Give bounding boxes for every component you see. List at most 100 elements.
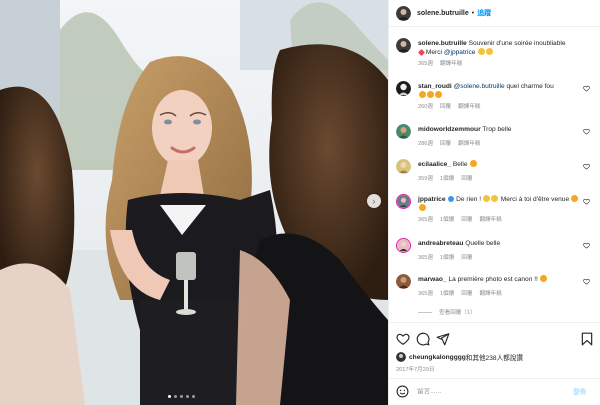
commenter-avatar[interactable] bbox=[396, 81, 411, 96]
commenter-avatar[interactable] bbox=[396, 274, 411, 289]
comment-meta: 365週 1個讚 回覆 翻譯年糕 bbox=[418, 290, 580, 299]
post-comment-button[interactable]: 發佈 bbox=[573, 386, 586, 396]
comment-text: Trop belle bbox=[482, 126, 512, 133]
instagram-post: › solene.butruille • 追蹤 solene.butruille… bbox=[0, 0, 600, 405]
emoji-icon bbox=[483, 195, 491, 202]
comment-body: marwao_ La première photo est canon !! 3… bbox=[418, 275, 580, 299]
carousel-dot bbox=[174, 395, 177, 398]
comment-meta: 365週 1個讚 回覆 bbox=[418, 254, 580, 263]
author-username[interactable]: solene.butruille bbox=[417, 10, 469, 17]
likes-suffix[interactable]: 和其他238人都說讚 bbox=[466, 352, 523, 362]
comment-meta: 365週 1個讚 回覆 翻譯年糕 bbox=[418, 216, 580, 225]
comment-mention[interactable]: @solene.butruille bbox=[454, 83, 505, 90]
translate-button[interactable]: 翻譯年糕 bbox=[479, 290, 501, 299]
comment-input[interactable] bbox=[417, 387, 567, 395]
like-comment-heart-icon[interactable] bbox=[583, 128, 590, 135]
caption-avatar[interactable] bbox=[396, 38, 411, 53]
emoji-icon bbox=[426, 91, 434, 98]
reply-button[interactable]: 回覆 bbox=[461, 290, 472, 299]
comment-time[interactable]: 286週 bbox=[418, 140, 433, 149]
caption-mention[interactable]: @jppatrice bbox=[444, 49, 476, 56]
comment-body: andreabreteau Quelle belle 365週 1個讚 回覆 bbox=[418, 239, 580, 263]
commenter-avatar[interactable] bbox=[396, 159, 411, 174]
commenter-username[interactable]: andreabreteau bbox=[418, 240, 463, 247]
photo-image bbox=[0, 0, 388, 405]
comment-text: De rien ! bbox=[456, 196, 482, 203]
post-date[interactable]: 2017年7月29日 bbox=[396, 365, 435, 373]
comment-time[interactable]: 365週 bbox=[418, 290, 433, 299]
comment-likes[interactable]: 1個讚 bbox=[440, 254, 454, 263]
comment-time[interactable]: 365週 bbox=[418, 254, 433, 263]
comment-time[interactable]: 365週 bbox=[418, 216, 433, 225]
comment-text: Quelle belle bbox=[465, 240, 501, 247]
comment-body: midoworldzemmour Trop belle 286週 回覆 翻譯年糕 bbox=[418, 125, 580, 149]
emoji-icon bbox=[418, 204, 426, 211]
comment-likes[interactable]: 1個讚 bbox=[440, 216, 454, 225]
commenter-username[interactable]: jppatrice bbox=[418, 196, 445, 203]
comment-likes[interactable]: 1個讚 bbox=[440, 290, 454, 299]
caption-username[interactable]: solene.butruille bbox=[418, 40, 467, 47]
commenter-username[interactable]: stan_roudi bbox=[418, 83, 452, 90]
comment-composer: 發佈 bbox=[389, 378, 600, 403]
commenter-avatar[interactable] bbox=[396, 238, 411, 253]
translate-button[interactable]: 翻譯年糕 bbox=[458, 140, 480, 149]
commenter-avatar[interactable] bbox=[396, 194, 411, 209]
post-side-panel: solene.butruille • 追蹤 solene.butruille S… bbox=[388, 0, 600, 405]
like-comment-heart-icon[interactable] bbox=[583, 278, 590, 285]
bookmark-icon[interactable] bbox=[580, 332, 594, 346]
like-comment-heart-icon[interactable] bbox=[583, 198, 590, 205]
commenter-username[interactable]: ecilaalice_ bbox=[418, 161, 451, 168]
post-photo[interactable]: › bbox=[0, 0, 388, 405]
caption-body: solene.butruille Souvenir d'une soirée i… bbox=[417, 39, 580, 69]
caption-translate[interactable]: 翻譯年糕 bbox=[440, 60, 462, 69]
commenter-username[interactable]: midoworldzemmour bbox=[418, 126, 481, 133]
reply-button[interactable]: 回覆 bbox=[440, 103, 451, 112]
comment-meta: 286週 回覆 翻譯年糕 bbox=[418, 140, 580, 149]
like-comment-heart-icon[interactable] bbox=[583, 163, 590, 170]
comment-time[interactable]: 359週 bbox=[418, 175, 433, 184]
post-actions: cheungkalongggg 和其他238人都說讚 2017年7月29日 發佈 bbox=[389, 322, 600, 402]
follow-button[interactable]: 追蹤 bbox=[477, 8, 491, 18]
like-comment-heart-icon[interactable] bbox=[583, 242, 590, 249]
comment-text: La première photo est canon !! bbox=[448, 276, 538, 283]
view-replies-button[interactable]: 查看回覆（1） bbox=[418, 308, 476, 316]
comment-time[interactable]: 260週 bbox=[418, 103, 433, 112]
reply-button[interactable]: 回覆 bbox=[461, 216, 472, 225]
comment-meta: 359週 1個讚 回覆 bbox=[418, 175, 580, 184]
carousel-dot bbox=[168, 395, 171, 398]
share-icon[interactable] bbox=[436, 332, 450, 346]
caption-meta: 365週 翻譯年糕 bbox=[418, 60, 580, 69]
heart-icon[interactable] bbox=[396, 332, 410, 346]
author-avatar[interactable] bbox=[396, 5, 411, 21]
emoji-icon bbox=[434, 91, 442, 98]
likes-summary: cheungkalongggg 和其他238人都說讚 bbox=[396, 352, 523, 362]
reply-button[interactable]: 回覆 bbox=[440, 140, 451, 149]
replies-divider bbox=[418, 311, 432, 313]
verified-icon bbox=[447, 196, 454, 202]
emoji-icon[interactable] bbox=[396, 385, 409, 398]
comment-body: jppatrice De rien ! Merci à toi d'être v… bbox=[418, 195, 580, 225]
comment-likes[interactable]: 1個讚 bbox=[440, 175, 454, 184]
liker-username[interactable]: cheungkalongggg bbox=[409, 354, 466, 361]
commenter-avatar[interactable] bbox=[396, 124, 411, 139]
commenter-username[interactable]: marwao_ bbox=[418, 276, 447, 283]
reply-button[interactable]: 回覆 bbox=[461, 254, 472, 263]
carousel-next-button[interactable]: › bbox=[367, 194, 381, 208]
caption-time[interactable]: 365週 bbox=[418, 60, 433, 69]
caption-text: Souvenir d'une soirée inoubliable bbox=[468, 40, 566, 47]
emoji-icon bbox=[491, 195, 499, 202]
translate-button[interactable]: 翻譯年糕 bbox=[479, 216, 501, 225]
comment-text-2: Merci à toi d'être venue bbox=[500, 196, 570, 203]
like-comment-heart-icon[interactable] bbox=[583, 85, 590, 92]
comment-icon[interactable] bbox=[416, 332, 430, 346]
comment-body: ecilaalice_ Belle 359週 1個讚 回覆 bbox=[418, 160, 580, 184]
translate-button[interactable]: 翻譯年糕 bbox=[458, 103, 480, 112]
liker-avatar[interactable] bbox=[396, 352, 406, 362]
red-heart-icon bbox=[417, 48, 425, 57]
reply-button[interactable]: 回覆 bbox=[461, 175, 472, 184]
caption-text-2: Merci bbox=[425, 49, 442, 56]
separator-dot: • bbox=[471, 9, 475, 17]
action-icons bbox=[396, 332, 594, 346]
carousel-dot bbox=[192, 395, 195, 398]
emoji-icon bbox=[469, 160, 477, 167]
